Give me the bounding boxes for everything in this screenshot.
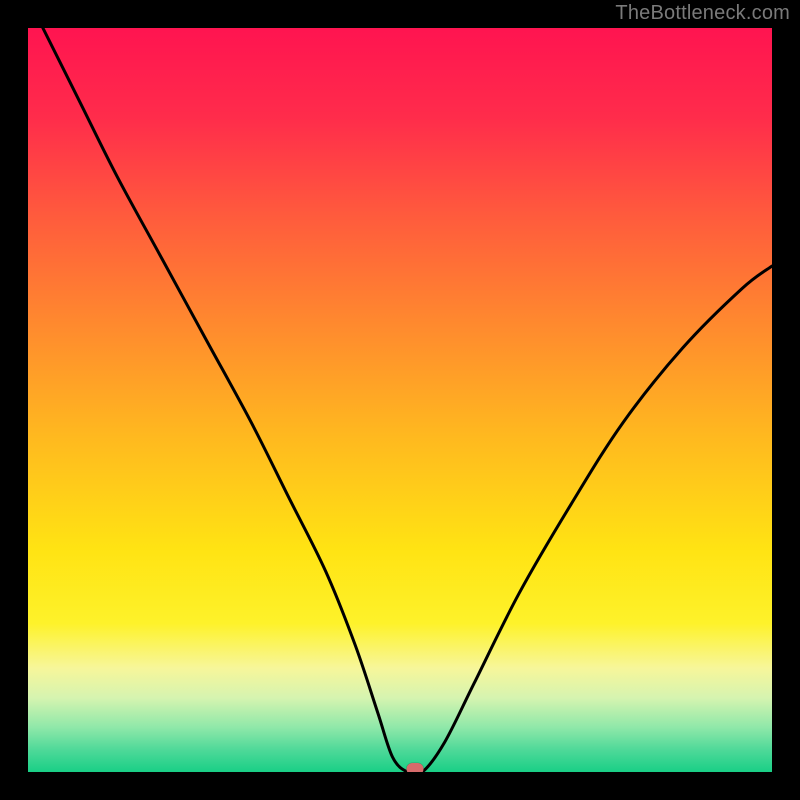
watermark-text: TheBottleneck.com [615,2,790,25]
plot-area [28,28,772,772]
chart-frame: TheBottleneck.com [0,0,800,800]
bottleneck-curve [28,28,772,772]
curve-minimum-marker [406,763,423,772]
